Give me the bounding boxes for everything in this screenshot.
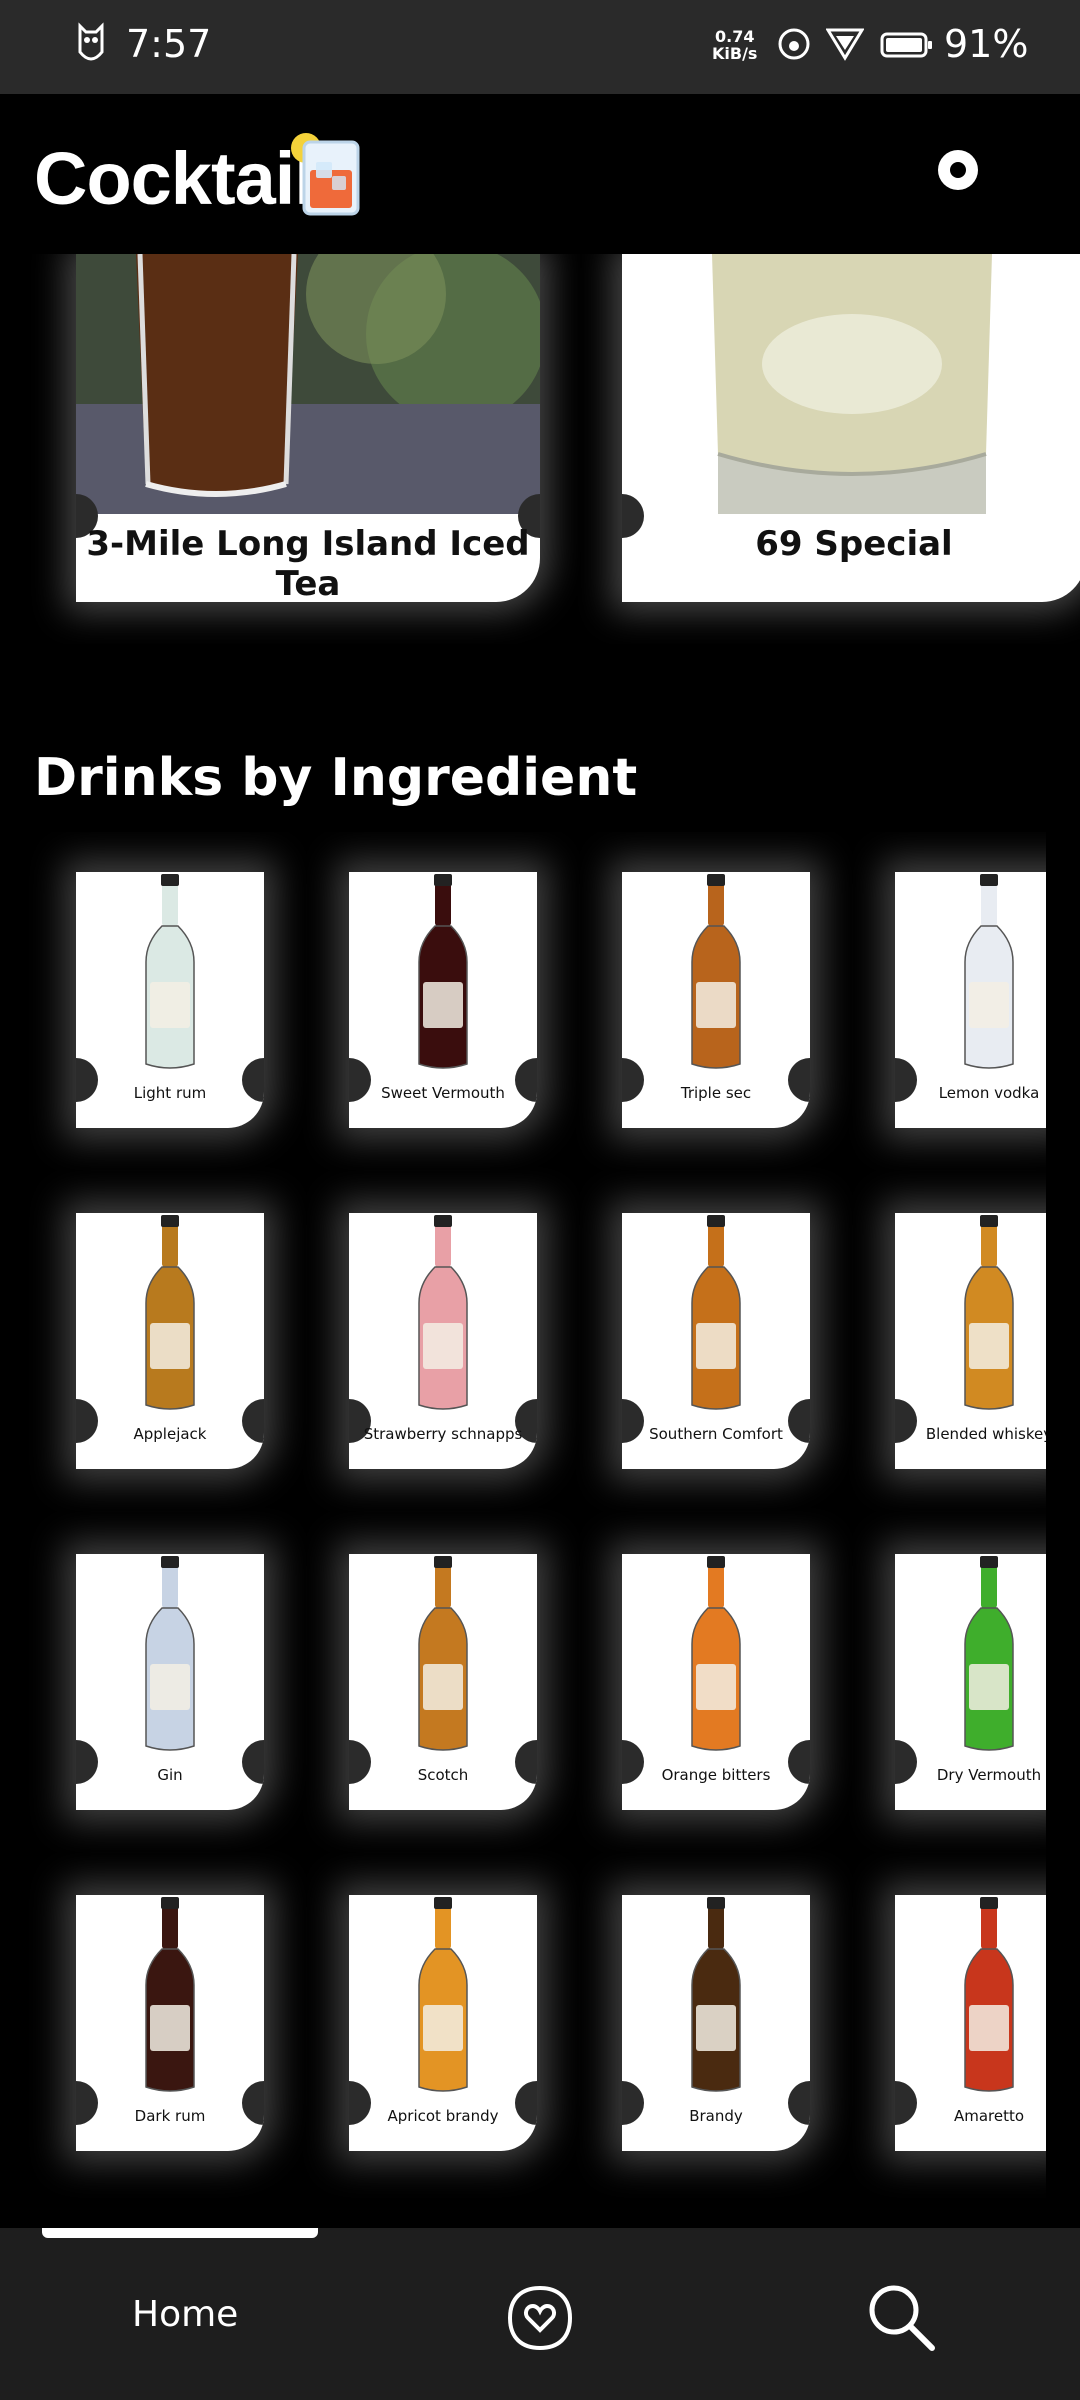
ingredient-name: Dark rum [134, 2107, 206, 2125]
bottle-image [145, 1556, 195, 1751]
ingredient-name: Blended whiskey [925, 1425, 1046, 1443]
bottle-image [145, 1215, 195, 1410]
battery-percent: 91% [944, 22, 1029, 66]
status-bar: 7:57 0.74 KiB/s 91% [0, 0, 1080, 94]
ingredient-name: Gin [157, 1766, 183, 1784]
wifi-icon [826, 28, 864, 61]
ingredient-card[interactable]: Apricot brandy [349, 1895, 537, 2151]
ingredient-name: Triple sec [680, 1084, 752, 1102]
cocktail-glass-icon [291, 133, 360, 216]
drink-photo [622, 254, 1080, 514]
network-speed-value: 0.74 [714, 27, 755, 46]
ingredient-grid: Light rum Sweet Vermouth Triple sec Lemon v… [0, 832, 1046, 2212]
bottle-image [964, 874, 1014, 1069]
drink-photo [76, 254, 540, 514]
bottle-image [691, 1556, 741, 1751]
bottle-image [691, 1215, 741, 1410]
ingredient-name: Lemon vodka [938, 1084, 1040, 1102]
clock: 7:57 [126, 22, 212, 66]
featured-drinks-row: 3-Mile Long Island Iced Tea 69 Special [0, 254, 1080, 644]
bottle-image [145, 1897, 195, 2092]
ingredient-name: Southern Comfort [649, 1425, 783, 1443]
ingredient-card[interactable]: Lemon vodka [895, 872, 1046, 1128]
ingredient-name: Apricot brandy [387, 2107, 499, 2125]
ingredient-card[interactable]: Light rum [76, 872, 264, 1128]
bottle-image [145, 874, 195, 1069]
bottle-image [418, 1556, 468, 1751]
app-title: Cocktail [34, 137, 315, 220]
bottle-image [418, 1897, 468, 2092]
ingredient-card[interactable]: Southern Comfort [622, 1213, 810, 1469]
theme-toggle[interactable] [938, 150, 978, 190]
network-speed-unit: KiB/s [712, 44, 758, 63]
ingredient-card[interactable]: Sweet Vermouth [349, 872, 537, 1128]
featured-card-0[interactable]: 3-Mile Long Island Iced Tea [76, 254, 540, 602]
data-saver-icon [778, 28, 810, 60]
ingredient-name: Applejack [133, 1425, 207, 1443]
bottle-image [418, 1215, 468, 1410]
ingredient-card[interactable]: Blended whiskey [895, 1213, 1046, 1469]
ingredient-name: Amaretto [953, 2107, 1025, 2125]
bottom-navigation: Home [0, 2228, 1080, 2400]
bottle-image [691, 1897, 741, 2092]
ingredient-card[interactable]: Scotch [349, 1554, 537, 1810]
featured-title: 69 Special [755, 524, 953, 564]
nav-home-tab[interactable]: Home [132, 2294, 238, 2335]
ingredient-card[interactable]: Applejack [76, 1213, 264, 1469]
featured-title: 3-Mile Long Island Iced Tea [86, 524, 530, 602]
owl-notification-icon [78, 22, 104, 61]
ingredient-name: Brandy [689, 2107, 743, 2125]
ingredient-card[interactable]: Dark rum [76, 1895, 264, 2151]
ingredient-card[interactable]: Amaretto [895, 1895, 1046, 2151]
ingredient-name: Strawberry schnapps [363, 1425, 523, 1443]
ingredient-name: Scotch [417, 1766, 469, 1784]
ingredient-name: Dry Vermouth [936, 1766, 1042, 1784]
ingredient-card[interactable]: Orange bitters [622, 1554, 810, 1810]
ingredient-card[interactable]: Brandy [622, 1895, 810, 2151]
ingredient-name: Sweet Vermouth [381, 1084, 505, 1102]
bottle-image [964, 1556, 1014, 1751]
heart-badge-icon[interactable] [506, 2284, 574, 2352]
network-speed: 0.74 KiB/s [712, 28, 757, 62]
battery-icon [880, 32, 932, 58]
app-header: Cocktail [0, 94, 1080, 254]
bottle-image [964, 1215, 1014, 1410]
ingredient-name: Orange bitters [661, 1766, 771, 1784]
ingredient-card[interactable]: Dry Vermouth [895, 1554, 1046, 1810]
nav-active-indicator [42, 2228, 318, 2238]
search-icon[interactable] [866, 2282, 936, 2352]
section-title: Drinks by Ingredient [34, 748, 638, 808]
bottle-image [691, 874, 741, 1069]
bottle-image [964, 1897, 1014, 2092]
ingredient-card[interactable]: Strawberry schnapps [349, 1213, 537, 1469]
ingredient-name: Light rum [133, 1084, 207, 1102]
ingredient-card[interactable]: Gin [76, 1554, 264, 1810]
featured-card-1[interactable]: 69 Special [622, 254, 1080, 602]
ingredient-card[interactable]: Triple sec [622, 872, 810, 1128]
bottle-image [418, 874, 468, 1069]
